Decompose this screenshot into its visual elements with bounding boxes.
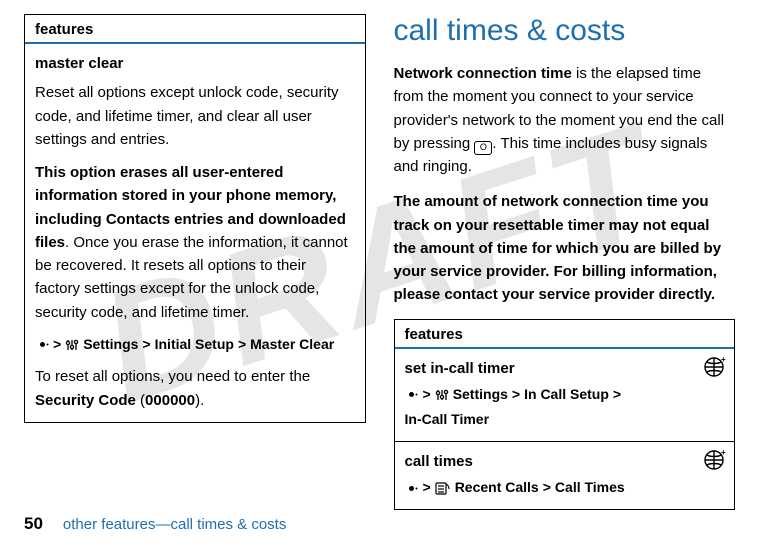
- left-feature-table: features master clear Reset all options …: [24, 14, 366, 423]
- footer-breadcrumb: other features—call times & costs: [63, 516, 286, 533]
- center-key-icon: [405, 481, 419, 495]
- sc-c: (: [136, 392, 145, 409]
- r2-gt2: >: [543, 477, 551, 499]
- page-footer: 50 other features—call times & costs: [24, 514, 286, 534]
- warning-text-cont: . Once you erase the information, it can…: [35, 234, 348, 321]
- path-settings: Settings: [83, 334, 138, 356]
- sc-d: 000000: [145, 392, 195, 409]
- r2-times: Call Times: [555, 477, 625, 499]
- svg-text:+: +: [721, 448, 726, 457]
- settings-icon: [65, 338, 79, 352]
- page-number: 50: [24, 514, 43, 534]
- r1-timer: In-Call Timer: [405, 409, 490, 431]
- sc-a: To reset all options, you need to enter …: [35, 368, 310, 385]
- menu-path-master-clear: > Settings > Initial Setup > Master Clea…: [35, 334, 355, 356]
- path-master-clear: Master Clear: [250, 334, 334, 356]
- settings-icon: [435, 388, 449, 402]
- table-cell-master-clear: master clear Reset all options except un…: [25, 44, 365, 422]
- security-code-note: To reset all options, you need to enter …: [35, 365, 355, 412]
- svg-text:+: +: [721, 355, 726, 364]
- center-key-icon: [35, 338, 49, 352]
- master-clear-desc-1: Reset all options except unlock code, se…: [35, 81, 355, 151]
- r1-gt2: >: [512, 384, 520, 406]
- r2-recent: Recent Calls: [455, 477, 539, 499]
- right-feature-table: features + set in-call timer > Settings …: [394, 319, 736, 511]
- master-clear-desc-2: This option erases all user-entered info…: [35, 161, 355, 324]
- r1-gt1: >: [423, 384, 431, 406]
- r1-settings: Settings: [453, 384, 508, 406]
- row-call-times: + call times > Recent Calls > Call Times: [395, 441, 735, 509]
- network-feature-icon: +: [702, 448, 726, 472]
- recent-calls-icon: [435, 481, 451, 495]
- row1-path: > Settings > In Call Setup > In-Call Tim…: [405, 384, 695, 431]
- r1-incall: In Call Setup: [524, 384, 609, 406]
- gt-3: >: [238, 334, 246, 356]
- row2-path: > Recent Calls > Call Times: [405, 477, 695, 499]
- path-initial-setup: Initial Setup: [155, 334, 234, 356]
- gt-1: >: [53, 334, 61, 356]
- end-key-icon: O: [474, 141, 492, 155]
- right-column: call times & costs Network connection ti…: [394, 14, 736, 510]
- sc-e: ).: [195, 392, 204, 409]
- network-feature-icon: +: [702, 355, 726, 379]
- nct-label: Network connection time: [394, 65, 572, 82]
- r2-gt1: >: [423, 477, 431, 499]
- r1-gt3: >: [613, 384, 621, 406]
- master-clear-heading: master clear: [35, 52, 355, 75]
- center-key-icon: [405, 388, 419, 402]
- row2-title: call times: [405, 450, 695, 473]
- table-header: features: [25, 15, 365, 44]
- gt-2: >: [142, 334, 150, 356]
- billing-warning-para: The amount of network connection time yo…: [394, 190, 736, 306]
- row1-title: set in-call timer: [405, 357, 695, 380]
- sc-b: Security Code: [35, 392, 136, 409]
- row-set-in-call-timer: + set in-call timer > Settings > In Call…: [395, 349, 735, 442]
- section-title: call times & costs: [394, 14, 736, 48]
- right-table-header: features: [395, 320, 735, 349]
- left-column: features master clear Reset all options …: [24, 14, 366, 510]
- network-time-para: Network connection time is the elapsed t…: [394, 62, 736, 178]
